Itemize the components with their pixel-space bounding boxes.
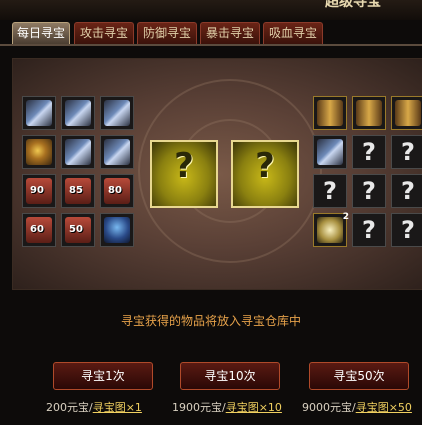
reward-slot[interactable]: ? [352,213,386,247]
mystery-slot-2[interactable]: ? [231,140,299,208]
staff-icon [65,100,91,126]
reward-slot[interactable]: 50 [61,213,95,247]
question-mark-icon: ? [362,216,376,244]
belt-icon [317,100,343,126]
tab-lifesteal[interactable]: 吸血寻宝 [263,22,323,44]
reward-slot[interactable]: ? [391,135,422,169]
chest-level-label: 50 [69,224,83,235]
search-ten-button[interactable]: 寻宝10次 [180,362,280,390]
reward-slot[interactable] [100,135,134,169]
reward-slot[interactable]: 90 [22,174,56,208]
cost-yuanbao: 9000元宝/ [302,401,356,414]
reward-slot[interactable] [313,135,347,169]
cost-ten: 1900元宝/寻宝图×10 [172,399,282,415]
armor-icon [26,139,52,165]
warehouse-notice: 寻宝获得的物品将放入寻宝仓库中 [120,314,301,328]
tab-defense[interactable]: 防御寻宝 [137,22,197,44]
tab-crit[interactable]: 暴击寻宝 [200,22,260,44]
title-bar: 超级寻宝 [0,0,422,20]
reward-slot[interactable] [61,135,95,169]
bag-icon [104,217,130,243]
search-fifty-button[interactable]: 寻宝50次 [309,362,409,390]
reward-slot[interactable] [313,96,347,130]
treasure-map-link[interactable]: 寻宝图×50 [356,401,412,414]
gem-icon [317,217,343,243]
tab-attack[interactable]: 攻击寻宝 [74,22,134,44]
reward-slot[interactable] [391,96,422,130]
belt-icon [395,100,421,126]
reward-slot[interactable]: ? [313,174,347,208]
reward-slot[interactable]: ? [352,174,386,208]
question-mark-icon: ? [362,177,376,205]
reward-slot[interactable] [22,135,56,169]
reward-slot[interactable] [352,96,386,130]
reward-slot[interactable] [22,96,56,130]
window-title: 超级寻宝 [325,0,381,10]
tab-daily[interactable]: 每日寻宝 [12,22,70,44]
cost-yuanbao: 200元宝/ [46,401,93,414]
question-mark-icon: ? [401,138,415,166]
chest-level-label: 60 [30,224,44,235]
cost-once: 200元宝/寻宝图×1 [46,399,142,415]
reward-slot[interactable]: ? [352,135,386,169]
reward-slot[interactable]: 80 [100,174,134,208]
question-mark-icon: ? [401,216,415,244]
chest-level-label: 85 [69,185,83,196]
sword-icon [317,139,343,165]
blade-icon [104,139,130,165]
belt-icon [356,100,382,126]
chest-level-label: 80 [108,185,122,196]
reward-slot[interactable]: 2 [313,212,349,247]
reward-slot[interactable]: 60 [22,213,56,247]
cost-fifty: 9000元宝/寻宝图×50 [302,399,412,415]
question-mark-icon: ? [323,177,337,205]
cost-yuanbao: 1900元宝/ [172,401,226,414]
blade-icon [104,100,130,126]
question-mark-icon: ? [255,146,275,186]
mystery-slot-1[interactable]: ? [150,140,218,208]
chest-level-label: 90 [30,185,44,196]
question-mark-icon: ? [401,177,415,205]
reward-slot[interactable] [100,213,134,247]
search-once-button[interactable]: 寻宝1次 [53,362,153,390]
treasure-map-link[interactable]: 寻宝图×10 [226,401,282,414]
reward-slot[interactable]: 85 [61,174,95,208]
question-mark-icon: ? [362,138,376,166]
sword-icon [65,139,91,165]
reward-slot[interactable]: ? [391,174,422,208]
reward-slot[interactable] [100,96,134,130]
quantity-badge: 2 [342,212,349,222]
reward-slot[interactable]: ? [391,213,422,247]
reward-slot[interactable] [61,96,95,130]
treasure-map-link[interactable]: 寻宝图×1 [93,401,142,414]
question-mark-icon: ? [174,146,194,186]
sword-icon [26,100,52,126]
